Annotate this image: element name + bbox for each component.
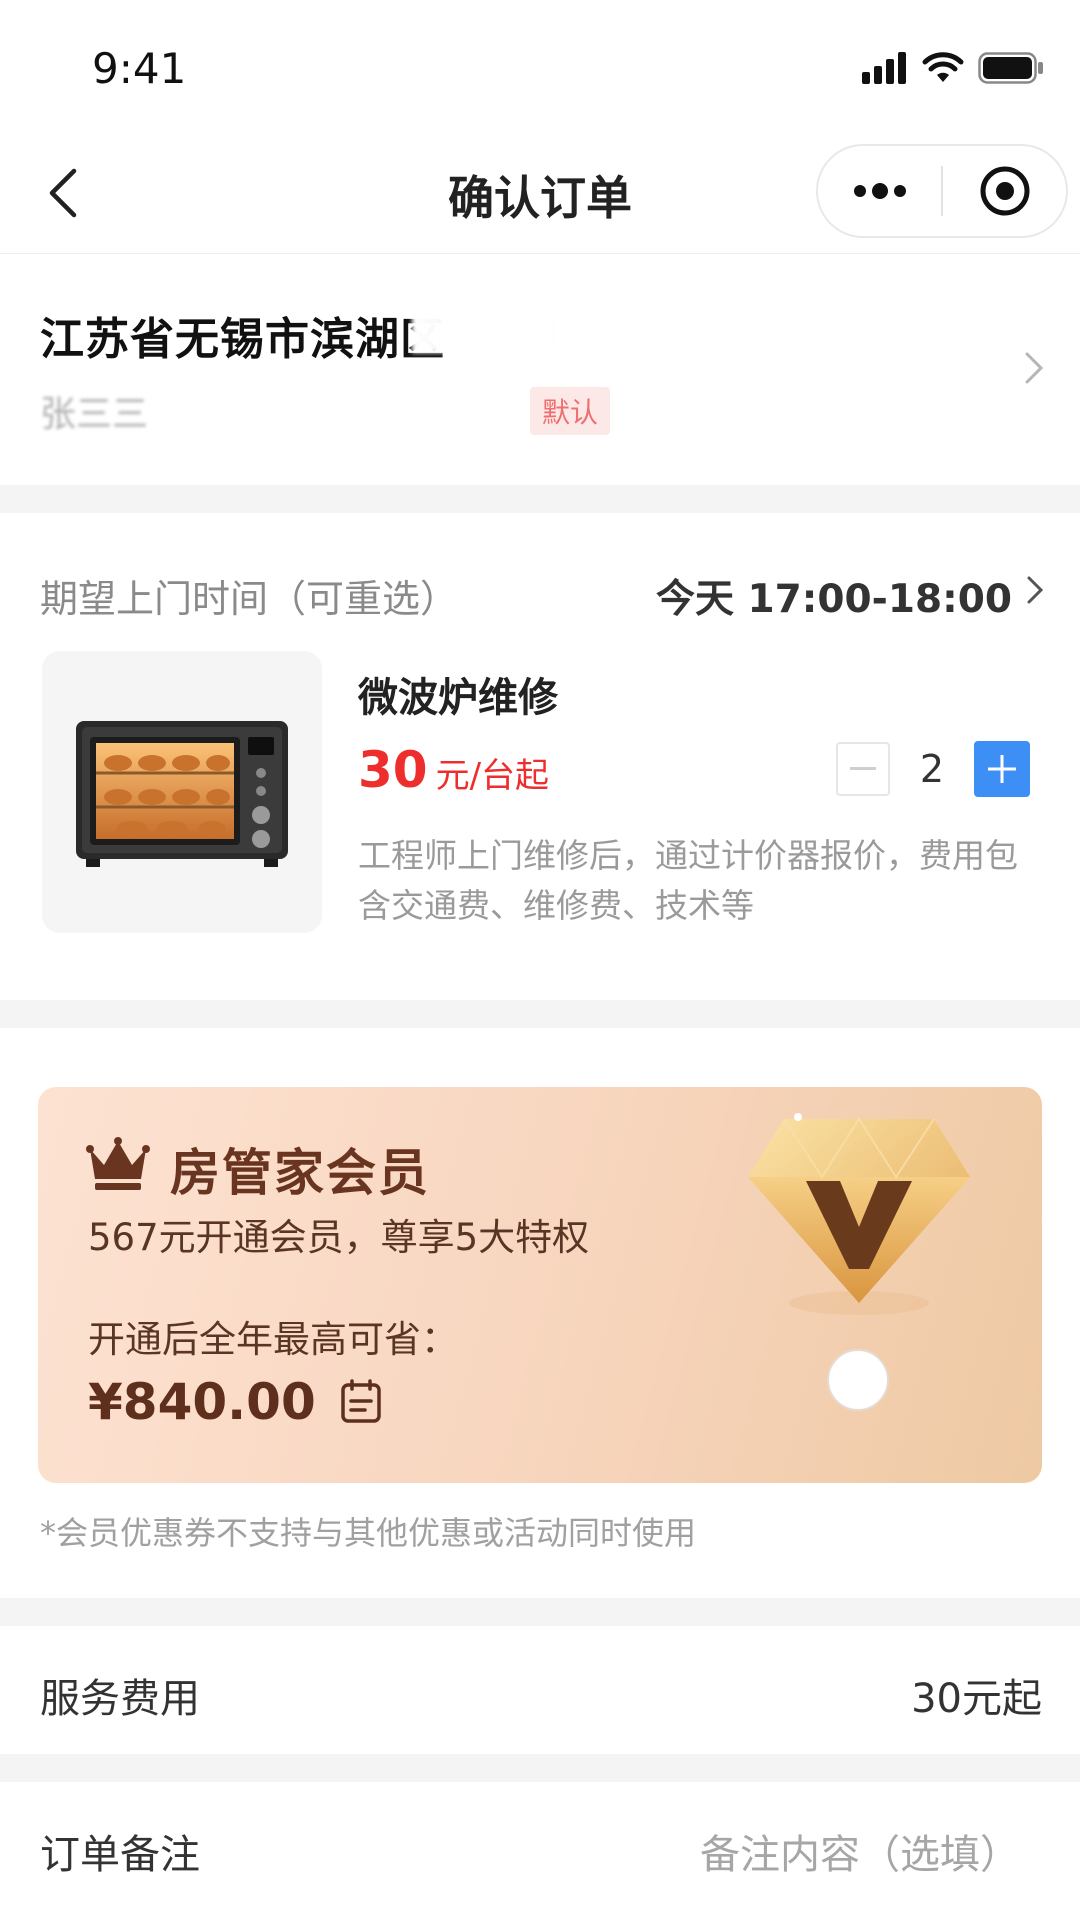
order-remark-row[interactable]: 订单备注 备注内容（选填）	[0, 1782, 1080, 1910]
visit-time-chevron-icon[interactable]	[1026, 575, 1044, 609]
membership-save-amount: ¥840.00	[88, 1373, 316, 1431]
address-line: 江苏省无锡市滨湖区	[40, 314, 445, 365]
price-number: 30	[358, 741, 428, 799]
service-fee-row: 服务费用 30元起	[0, 1626, 1080, 1754]
default-badge: 默认	[530, 387, 611, 435]
product-image	[42, 651, 322, 933]
contact-name: 张三三	[40, 394, 149, 435]
product-description: 工程师上门维修后，通过计价器报价，费用包含交通费、维修费、技术等	[358, 836, 1018, 925]
more-dots-icon	[853, 183, 906, 199]
section-gap	[0, 485, 1080, 513]
membership-section: 房管家会员 567元开通会员，尊享5大特权 开通后全年最高可省： ¥840.00	[0, 1028, 1080, 1598]
contact-phone-redaction	[152, 393, 521, 429]
contact-line: 张三三 默认	[40, 385, 611, 437]
section-gap	[0, 1000, 1080, 1028]
price-unit: 元/台起	[435, 756, 550, 796]
plus-icon	[988, 755, 1016, 783]
product-price: 30 元/台起	[358, 741, 549, 799]
decrease-button[interactable]	[836, 742, 890, 796]
section-gap	[0, 1754, 1080, 1782]
membership-save-row: ¥840.00	[88, 1373, 384, 1431]
minus-icon	[850, 767, 876, 770]
status-time: 9:41	[92, 44, 187, 93]
status-icons	[862, 48, 1044, 88]
address-chevron-icon	[1024, 351, 1044, 389]
close-mini-program-button[interactable]	[943, 146, 1066, 236]
vip-diamond-icon	[748, 1113, 970, 1315]
address-redaction	[412, 309, 562, 353]
mini-program-capsule	[816, 144, 1068, 238]
product-name: 微波炉维修	[358, 675, 558, 721]
service-fee-label: 服务费用	[40, 1676, 200, 1722]
nav-bar: 确认订单	[0, 132, 1080, 254]
section-gap	[0, 1598, 1080, 1626]
membership-card[interactable]: 房管家会员 567元开通会员，尊享5大特权 开通后全年最高可省： ¥840.00	[38, 1087, 1042, 1483]
service-section: 期望上门时间（可重选） 今天 17:00-18:00 微波炉维修 30 元/台起…	[0, 513, 1080, 1000]
address-section[interactable]: 江苏省无锡市滨湖区 张三三 默认	[0, 255, 1080, 485]
quantity-value: 2	[919, 747, 945, 791]
membership-offer: 567元开通会员，尊享5大特权	[88, 1216, 590, 1259]
status-bar: 9:41	[0, 0, 1080, 132]
calculator-icon[interactable]	[338, 1379, 384, 1425]
increase-button[interactable]	[974, 741, 1030, 797]
battery-icon	[978, 52, 1043, 84]
visit-time-label: 期望上门时间（可重选）	[40, 577, 459, 621]
visit-time-value[interactable]: 今天 17:00-18:00	[656, 568, 1012, 624]
order-remark-label: 订单备注	[40, 1832, 200, 1878]
quantity-stepper: 2	[836, 741, 1030, 797]
oven-icon	[76, 721, 288, 867]
service-fee-value: 30元起	[911, 1676, 1042, 1722]
membership-title: 房管家会员	[170, 1144, 430, 1202]
target-icon	[980, 166, 1029, 216]
crown-icon	[86, 1137, 150, 1190]
more-button[interactable]	[818, 146, 941, 236]
membership-radio[interactable]	[827, 1349, 889, 1411]
membership-note: *会员优惠券不支持与其他优惠或活动同时使用	[40, 1514, 697, 1552]
wifi-icon	[922, 52, 964, 82]
order-remark-input[interactable]: 备注内容（选填）	[700, 1822, 1020, 1880]
signal-icon	[862, 52, 906, 84]
membership-save-label: 开通后全年最高可省：	[88, 1318, 458, 1361]
